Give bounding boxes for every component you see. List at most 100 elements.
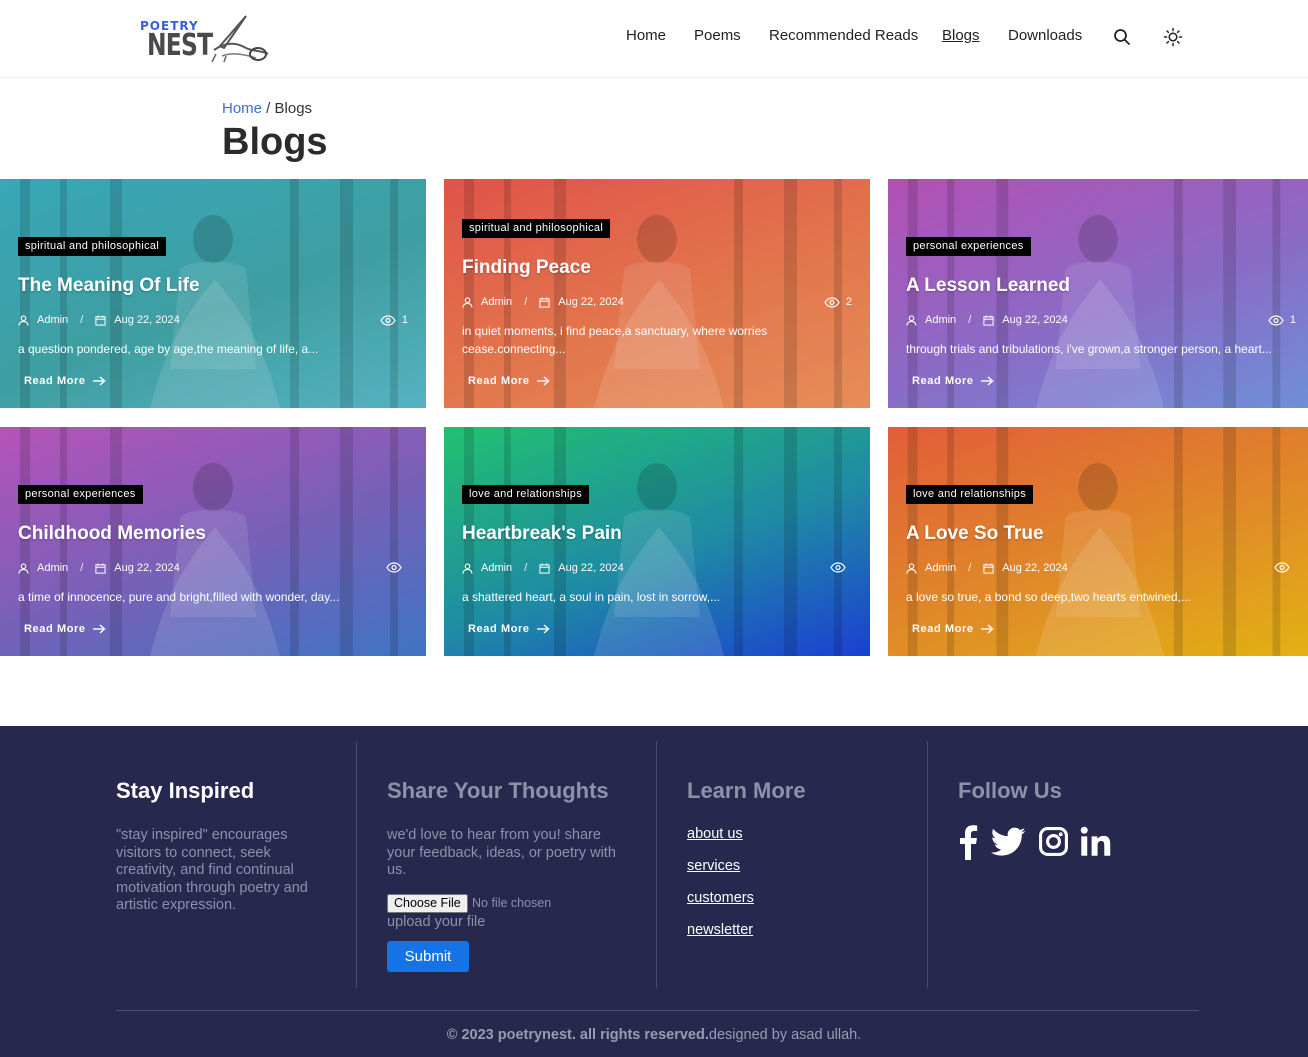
breadcrumb-current: Blogs: [274, 100, 313, 117]
site-footer: Stay Inspired "stay inspired" encourages…: [0, 726, 1308, 1057]
instagram-icon[interactable]: [1038, 826, 1069, 857]
calendar-icon: [95, 314, 106, 326]
view-count: [830, 562, 852, 573]
footer-separator: [116, 1010, 1199, 1011]
footer-link-services[interactable]: services: [687, 858, 740, 874]
card-date: Aug 22, 2024: [558, 562, 624, 574]
read-more-label: Read More: [912, 623, 974, 635]
category-badge[interactable]: personal experiences: [18, 485, 143, 504]
card-title[interactable]: A Lesson Learned: [906, 275, 1070, 297]
copyright-credit: designed by asad ullah.: [708, 1027, 862, 1043]
card-excerpt: a shattered heart, a soul in pain, lost …: [462, 590, 721, 604]
category-badge[interactable]: personal experiences: [906, 237, 1031, 256]
nav-poems[interactable]: Poems: [694, 27, 741, 44]
card-meta: Admin / Aug 22, 2024: [906, 314, 1068, 326]
card-date: Aug 22, 2024: [114, 562, 180, 574]
search-icon[interactable]: [1112, 27, 1132, 47]
card-meta: Admin / Aug 22, 2024: [462, 296, 624, 308]
category-badge[interactable]: spiritual and philosophical: [462, 219, 611, 238]
read-more-link[interactable]: Read More: [468, 375, 550, 387]
read-more-label: Read More: [24, 623, 86, 635]
view-count: [1274, 562, 1296, 573]
forest-photo: [464, 179, 842, 408]
upload-label: upload your file: [387, 914, 486, 930]
copyright: © 2023 poetrynest. all rights reserved.d…: [0, 1027, 1308, 1043]
read-more-label: Read More: [468, 623, 530, 635]
footer-link-newsletter[interactable]: newsletter: [687, 922, 753, 938]
logo-wordmark: NEST: [147, 28, 213, 63]
read-more-label: Read More: [468, 375, 530, 387]
category-badge[interactable]: love and relationships: [462, 485, 590, 504]
facebook-icon[interactable]: [958, 824, 978, 860]
arrow-right-icon: [536, 376, 550, 386]
card-meta: Admin / Aug 22, 2024: [906, 562, 1068, 574]
eye-icon: [380, 314, 396, 326]
footer-heading-share-thoughts: Share Your Thoughts: [387, 778, 609, 803]
copyright-main: © 2023 poetrynest. all rights reserved.: [446, 1027, 709, 1043]
nav-downloads[interactable]: Downloads: [1008, 27, 1082, 44]
sun-icon[interactable]: [1163, 27, 1183, 47]
card-title[interactable]: The Meaning Of Life: [18, 275, 200, 297]
card-author[interactable]: Admin: [925, 314, 956, 326]
footer-link-about-us[interactable]: about us: [687, 826, 743, 842]
footer-share-text: we'd love to hear from you! share your f…: [387, 827, 616, 878]
card-author[interactable]: Admin: [481, 296, 512, 308]
calendar-icon: [983, 314, 994, 326]
card-author[interactable]: Admin: [37, 314, 68, 326]
breadcrumb-home[interactable]: Home: [222, 100, 262, 117]
card-title[interactable]: A Love So True: [906, 523, 1044, 545]
card-title[interactable]: Childhood Memories: [18, 523, 206, 545]
user-icon: [462, 562, 473, 574]
eye-icon: [386, 562, 402, 573]
nav-recommended-reads[interactable]: Recommended Reads: [769, 27, 918, 44]
card-excerpt: a question pondered, age by age,the mean…: [18, 342, 319, 356]
linkedin-icon[interactable]: [1080, 826, 1111, 857]
eye-icon: [824, 296, 840, 308]
read-more-link[interactable]: Read More: [912, 375, 994, 387]
card-meta: Admin / Aug 22, 2024: [462, 562, 624, 574]
eye-icon: [1268, 314, 1284, 326]
read-more-link[interactable]: Read More: [468, 623, 550, 635]
blog-card-finding-peace[interactable]: spiritual and philosophical Finding Peac…: [444, 179, 870, 408]
blog-card-meaning-of-life[interactable]: spiritual and philosophical The Meaning …: [0, 179, 426, 408]
meta-separator: /: [524, 562, 528, 574]
blog-card-lesson-learned[interactable]: personal experiences A Lesson Learned Ad…: [888, 179, 1308, 408]
category-badge[interactable]: love and relationships: [906, 485, 1034, 504]
meta-separator: /: [80, 562, 84, 574]
submit-button[interactable]: Submit: [387, 941, 469, 972]
card-excerpt: through trials and tribulations, i've gr…: [906, 342, 1272, 356]
view-count: 1: [380, 314, 408, 326]
category-badge[interactable]: spiritual and philosophical: [18, 237, 167, 256]
card-author[interactable]: Admin: [481, 562, 512, 574]
twitter-icon[interactable]: [991, 827, 1026, 857]
nav-blogs[interactable]: Blogs: [942, 27, 980, 44]
nav-home[interactable]: Home: [626, 27, 666, 44]
breadcrumb-separator: /: [262, 100, 275, 117]
arrow-right-icon: [92, 624, 106, 634]
footer-divider: [927, 741, 928, 988]
footer-link-customers[interactable]: customers: [687, 890, 754, 906]
blog-card-love-so-true[interactable]: love and relationships A Love So True Ad…: [888, 427, 1308, 656]
user-icon: [462, 296, 473, 308]
arrow-right-icon: [92, 376, 106, 386]
read-more-label: Read More: [24, 375, 86, 387]
eye-icon: [830, 562, 846, 573]
site-logo[interactable]: POETRY NEST: [138, 12, 270, 66]
card-title[interactable]: Finding Peace: [462, 257, 591, 279]
card-title[interactable]: Heartbreak's Pain: [462, 523, 622, 545]
blog-card-childhood-memories[interactable]: personal experiences Childhood Memories …: [0, 427, 426, 656]
card-date: Aug 22, 2024: [558, 296, 624, 308]
arrow-right-icon: [980, 376, 994, 386]
read-more-link[interactable]: Read More: [912, 623, 994, 635]
read-more-link[interactable]: Read More: [24, 375, 106, 387]
card-author[interactable]: Admin: [925, 562, 956, 574]
footer-divider: [656, 741, 657, 988]
blog-card-heartbreaks-pain[interactable]: love and relationships Heartbreak's Pain…: [444, 427, 870, 656]
card-author[interactable]: Admin: [37, 562, 68, 574]
eye-icon: [1274, 562, 1290, 573]
view-count-value: 1: [1289, 314, 1296, 326]
choose-file-button[interactable]: Choose File: [387, 894, 468, 913]
read-more-link[interactable]: Read More: [24, 623, 106, 635]
user-icon: [18, 314, 29, 326]
meta-separator: /: [968, 314, 972, 326]
